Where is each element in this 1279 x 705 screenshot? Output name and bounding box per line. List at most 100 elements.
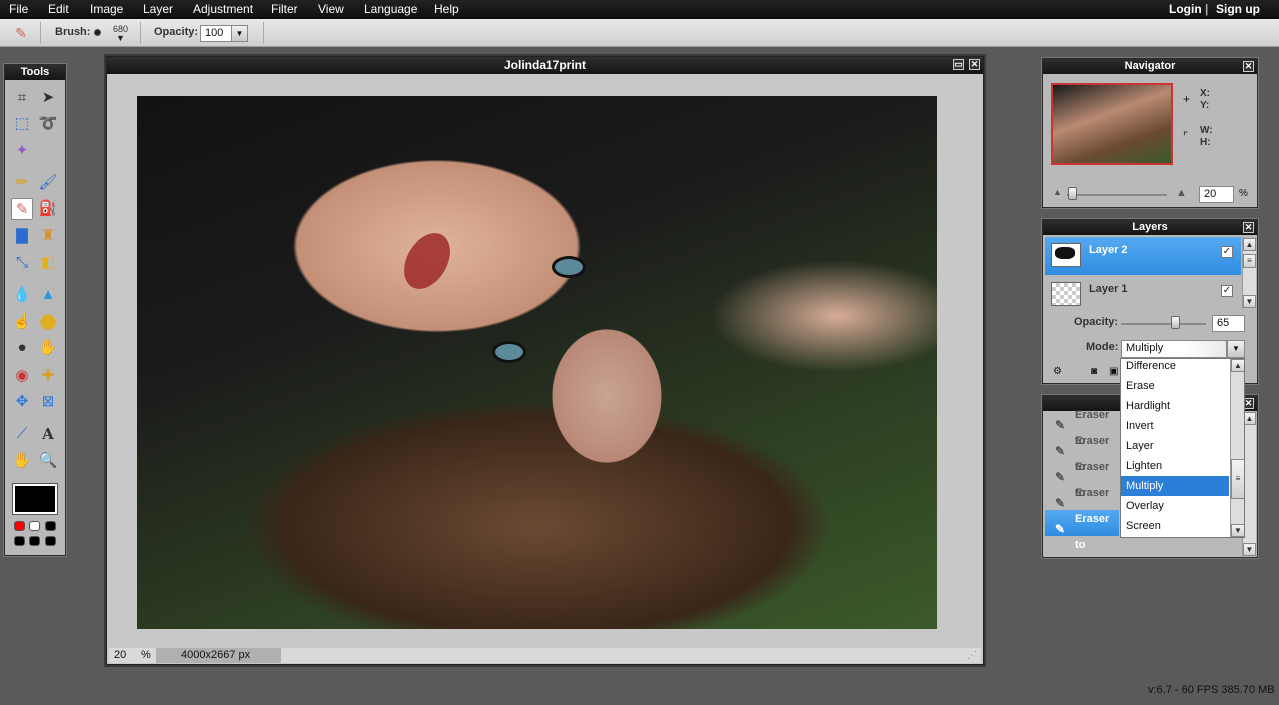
menu-help[interactable]: Help [434, 2, 459, 16]
close-icon[interactable]: ✕ [969, 59, 980, 70]
zoom-icon[interactable]: 🔍 [37, 450, 59, 472]
opacity-input[interactable]: 100 [200, 25, 232, 42]
maximize-icon[interactable]: ▭ [953, 59, 964, 70]
pencil-icon[interactable]: ✏ [11, 172, 33, 194]
mode-option-overlay[interactable]: Overlay [1121, 496, 1229, 516]
swatch-white[interactable] [29, 521, 40, 531]
brush-icon[interactable]: 🖌 [37, 172, 59, 194]
mode-option-difference[interactable]: Difference [1121, 359, 1229, 376]
type-icon[interactable]: A [37, 423, 59, 445]
layers-title: Layers [1132, 221, 1168, 233]
burn-icon[interactable]: ✋ [37, 337, 59, 359]
mode-option-invert[interactable]: Invert [1121, 416, 1229, 436]
mode-option-hardlight[interactable]: Hardlight [1121, 396, 1229, 416]
sponge-icon[interactable]: ⬤ [37, 311, 59, 333]
scroll-up-icon[interactable]: ▲ [1243, 238, 1256, 251]
layer-row-layer-2[interactable]: Layer 2 ✓ [1045, 237, 1241, 275]
menu-language[interactable]: Language [364, 2, 417, 16]
swatch-black[interactable] [29, 536, 40, 546]
menu-adjustment[interactable]: Adjustment [193, 2, 253, 16]
menu-bar: File Edit Image Layer Adjustment Filter … [0, 0, 1279, 19]
eraser-tool-icon[interactable]: ✎ [11, 198, 33, 220]
swatch-red[interactable] [14, 521, 25, 531]
swatch-black[interactable] [45, 536, 56, 546]
crop-icon[interactable]: ⌗ [11, 87, 33, 109]
spot-heal-icon[interactable]: ✚ [37, 365, 59, 387]
draw-shape-icon[interactable]: ◧ [37, 252, 59, 274]
close-icon[interactable]: ✕ [1243, 61, 1254, 72]
mode-option-erase[interactable]: Erase [1121, 376, 1229, 396]
mode-option-screen[interactable]: Screen [1121, 516, 1229, 536]
zoom-slider-track[interactable] [1067, 194, 1167, 196]
close-icon[interactable]: ✕ [1243, 222, 1254, 233]
zoom-in-icon[interactable]: ▲ [1176, 187, 1187, 199]
swatch-black[interactable] [45, 521, 56, 531]
scroll-down-icon[interactable]: ▼ [1243, 295, 1256, 308]
navigator-zoom-input[interactable]: 20 [1199, 186, 1234, 203]
layer-opacity-track[interactable] [1121, 323, 1206, 325]
layer-opacity-thumb[interactable] [1171, 316, 1180, 329]
scroll-up-icon[interactable]: ▲ [1231, 359, 1244, 372]
signup-link[interactable]: Sign up [1216, 2, 1260, 16]
app-status: v:6.7 - 60 FPS 385.70 MB [1148, 684, 1275, 696]
dodge-icon[interactable]: ● [11, 337, 33, 359]
gradient-icon[interactable]: ▇ [11, 225, 33, 247]
paint-bucket-icon[interactable]: ⛽ [37, 198, 59, 220]
menu-view[interactable]: View [318, 2, 344, 16]
red-eye-icon[interactable]: ◉ [11, 365, 33, 387]
primary-color-swatch[interactable] [12, 483, 58, 515]
mode-dropdown-button[interactable]: ▼ [1227, 340, 1245, 358]
opacity-dropdown-button[interactable]: ▼ [231, 25, 248, 42]
eraser-icon: ✎ [1055, 522, 1066, 536]
layer-opacity-input[interactable]: 65 [1212, 315, 1245, 332]
login-link[interactable]: Login [1169, 2, 1202, 16]
layer-row-layer-1[interactable]: Layer 1 ✓ [1045, 276, 1241, 314]
mode-select[interactable]: Multiply [1121, 340, 1227, 358]
layer-settings-icon[interactable]: ⚙ [1053, 366, 1062, 377]
brush-preview-icon[interactable] [94, 29, 101, 36]
hand-icon[interactable]: ✋ [11, 450, 33, 472]
swatch-black[interactable] [14, 536, 25, 546]
zoom-input[interactable]: 20 [114, 649, 126, 661]
sharpen-icon[interactable]: ▲ [37, 284, 59, 306]
mode-option-multiply[interactable]: Multiply [1121, 476, 1229, 496]
menu-file[interactable]: File [9, 2, 28, 16]
layers-scrollbar[interactable]: ▲ ≡ ▼ [1242, 238, 1256, 308]
image-canvas[interactable] [137, 96, 937, 629]
menu-layer[interactable]: Layer [143, 2, 173, 16]
menu-image[interactable]: Image [90, 2, 123, 16]
marquee-icon[interactable]: ⬚ [11, 113, 33, 135]
image-statusbar: 20 % 4000x2667 px ⋰ [109, 648, 981, 663]
layer-visibility-checkbox[interactable]: ✓ [1221, 285, 1233, 297]
clone-stamp-icon[interactable]: ♜ [37, 225, 59, 247]
layer-visibility-checkbox[interactable]: ✓ [1221, 246, 1233, 258]
layer-thumbnail [1051, 243, 1081, 267]
dropdown-scrollbar[interactable]: ▲ ≡ ▼ [1230, 359, 1244, 537]
scroll-thumb[interactable]: ≡ [1231, 459, 1244, 499]
scroll-down-icon[interactable]: ▼ [1231, 524, 1244, 537]
lasso-icon[interactable]: ➰ [37, 113, 59, 135]
brush-dropdown-icon[interactable]: ▼ [116, 33, 125, 43]
smudge-icon[interactable]: ☝ [11, 311, 33, 333]
new-layer-icon[interactable]: ▣ [1109, 366, 1118, 377]
pinch-icon[interactable]: ⊠ [37, 391, 59, 413]
resize-grip-icon[interactable]: ⋰ [967, 650, 977, 661]
mode-option-lighten[interactable]: Lighten [1121, 456, 1229, 476]
menu-filter[interactable]: Filter [271, 2, 298, 16]
image-window-titlebar[interactable]: Jolinda17print ▭ ✕ [107, 57, 983, 74]
menu-edit[interactable]: Edit [48, 2, 69, 16]
mode-option-layer[interactable]: Layer [1121, 436, 1229, 456]
zoom-out-icon[interactable]: ▲ [1053, 187, 1062, 197]
move-icon[interactable]: ➤ [37, 87, 59, 109]
blur-icon[interactable]: 💧 [11, 284, 33, 306]
color-picker-icon[interactable]: ⟋ [11, 423, 33, 445]
zoom-slider-thumb[interactable] [1068, 187, 1077, 200]
history-item-selected[interactable]: ✎ Eraser to [1045, 510, 1119, 551]
scroll-down-icon[interactable]: ▼ [1243, 543, 1256, 556]
bloat-icon[interactable]: ✥ [11, 391, 33, 413]
layer-mask-icon[interactable]: ◙ [1091, 366, 1097, 377]
magic-wand-icon[interactable]: ✦ [11, 140, 33, 162]
scroll-thumb[interactable]: ≡ [1243, 254, 1256, 268]
color-replace-icon[interactable]: ⤡ [11, 252, 33, 274]
navigator-thumbnail[interactable] [1051, 83, 1173, 165]
